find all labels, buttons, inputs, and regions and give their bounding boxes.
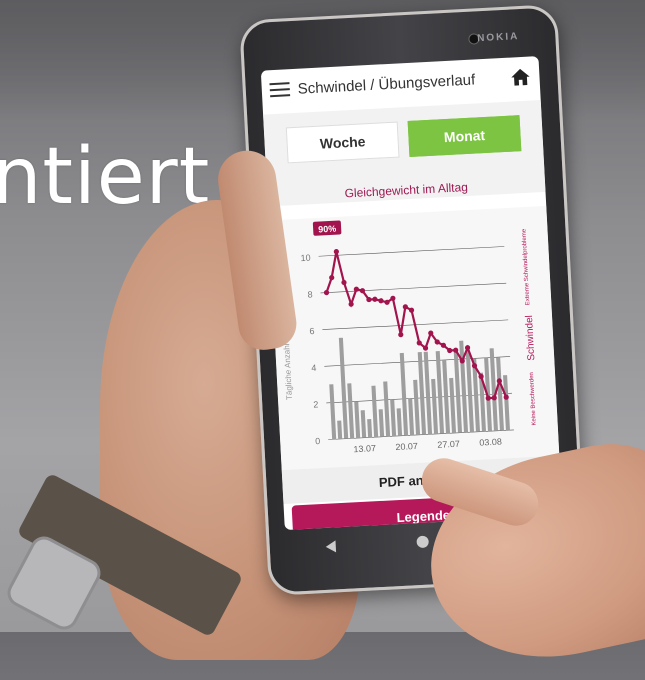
data-point xyxy=(341,279,347,286)
bar xyxy=(431,378,439,435)
bar xyxy=(413,379,421,436)
y2-axis-label: Schwindel xyxy=(524,315,537,361)
data-point xyxy=(348,301,354,307)
y-tick-label: 8 xyxy=(307,289,313,299)
bar xyxy=(383,381,391,437)
phone-screen: Schwindel / Übungsverlauf Woche Monat Gl… xyxy=(260,56,563,531)
phone-brand: NOKIA xyxy=(476,31,520,45)
y2-bottom-label: Keine Beschwerden xyxy=(529,372,538,426)
bar xyxy=(347,383,355,439)
bar xyxy=(503,375,510,431)
y-tick-label: 2 xyxy=(313,399,319,409)
bar xyxy=(337,420,343,440)
annotation-label: 90% xyxy=(318,224,337,235)
tab-week[interactable]: Woche xyxy=(285,121,400,164)
y2-top-label: Extreme Schwindelprobleme xyxy=(521,228,531,305)
bar xyxy=(408,398,415,436)
data-point xyxy=(378,298,384,304)
x-tick-label: 27.07 xyxy=(437,439,460,450)
tab-month[interactable]: Monat xyxy=(407,115,522,157)
back-icon[interactable] xyxy=(325,540,337,553)
y-tick-label: 0 xyxy=(315,436,321,446)
exercise-chart: 024681090%13.0720.0727.0703.08Tägliche A… xyxy=(279,220,538,454)
bar xyxy=(390,399,397,437)
home-icon[interactable] xyxy=(509,66,532,89)
x-tick-label: 20.07 xyxy=(395,441,418,452)
home-circle-icon[interactable] xyxy=(416,535,429,549)
x-tick-label: 03.08 xyxy=(479,437,502,448)
bar xyxy=(329,384,337,440)
bar xyxy=(371,385,379,438)
y-tick-label: 4 xyxy=(311,363,317,373)
data-point xyxy=(323,290,330,296)
data-point xyxy=(398,332,404,338)
grid-line xyxy=(318,246,505,257)
bar xyxy=(378,409,385,437)
bar xyxy=(354,401,361,439)
chart-panel: Gleichgewicht im Alltag 0 2 4 6 8 10 90% 13.07 2… xyxy=(268,180,560,471)
y-tick-label: 10 xyxy=(300,253,311,264)
data-point xyxy=(372,296,378,302)
page-title: Schwindel / Übungsverlauf xyxy=(297,70,476,98)
bar xyxy=(396,408,403,436)
menu-icon[interactable] xyxy=(269,82,291,98)
y-tick-label: 6 xyxy=(309,326,315,336)
data-point xyxy=(333,249,339,255)
grid-line xyxy=(324,356,511,367)
overlay-caption: ntiert xyxy=(0,132,211,222)
data-point xyxy=(329,275,335,281)
bar xyxy=(449,377,457,434)
bar xyxy=(360,410,367,438)
x-tick-label: 13.07 xyxy=(353,443,376,454)
bar xyxy=(367,418,373,438)
grid-line xyxy=(320,282,507,294)
